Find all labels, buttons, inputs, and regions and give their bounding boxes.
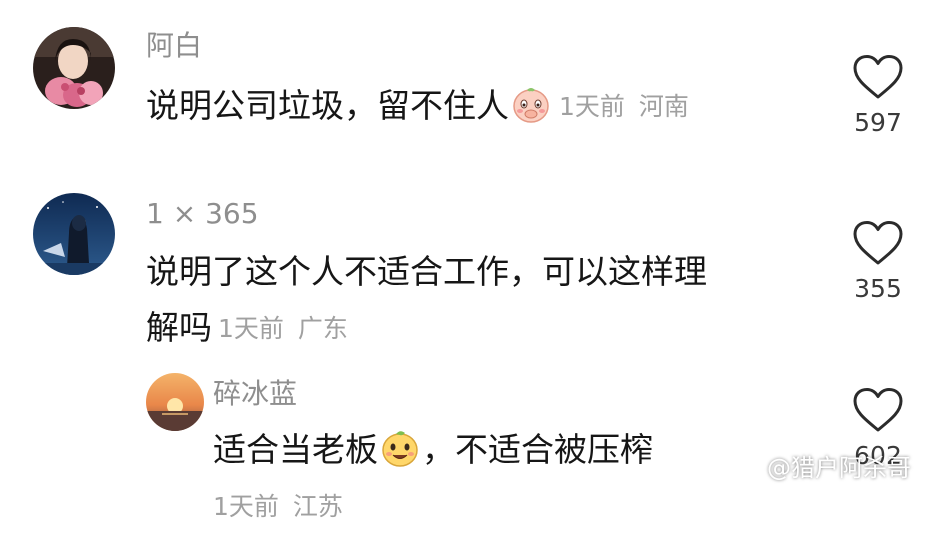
comment-item: 阿白 说明公司垃圾，留不住人 1天前 河南 597 xyxy=(0,0,933,180)
heart-icon[interactable] xyxy=(852,387,904,433)
comment-time: 1天前 xyxy=(213,492,279,521)
blushing-peach-emoji-icon xyxy=(511,84,551,124)
comment-meta: 1天前 河南 xyxy=(559,92,689,121)
comment-meta: 1天前 广东 xyxy=(218,314,348,343)
comment-body: 说明公司垃圾，留不住人 xyxy=(146,86,509,125)
watermark: @猎户阿杀哥 xyxy=(735,456,911,480)
comment-time: 1天前 xyxy=(559,92,625,121)
username[interactable]: 阿白 xyxy=(146,32,202,60)
girl-with-flowers-icon xyxy=(33,27,115,109)
heart-icon[interactable] xyxy=(852,54,904,100)
heart-icon[interactable] xyxy=(852,220,904,266)
like-button[interactable]: 355 xyxy=(838,220,918,301)
avatar[interactable] xyxy=(33,27,115,109)
watermark-text: @猎户阿杀哥 xyxy=(767,454,911,482)
avatar[interactable] xyxy=(146,373,204,431)
like-count: 597 xyxy=(854,108,902,137)
yellow-smiley-emoji-icon xyxy=(380,428,420,468)
comment-body-part2: ，不适合被压榨 xyxy=(422,430,653,469)
comment-location: 河南 xyxy=(638,92,689,121)
weibo-icon xyxy=(736,458,761,479)
comment-body-line2: 解吗 xyxy=(146,308,212,347)
comment-item: 1 × 365 说明了这个人不适合工作，可以这样理 解吗 1天前 广东 355 xyxy=(0,180,933,360)
sunset-icon xyxy=(146,373,204,431)
username[interactable]: 1 × 365 xyxy=(146,200,259,228)
like-button[interactable]: 597 xyxy=(838,54,918,135)
comment-body-part1: 适合当老板 xyxy=(213,430,378,469)
avatar[interactable] xyxy=(33,193,115,275)
comment-location: 广东 xyxy=(297,314,348,343)
username[interactable]: 碎冰蓝 xyxy=(213,380,297,408)
comment-body-line1: 说明了这个人不适合工作，可以这样理 xyxy=(146,252,707,291)
comment-text: 说明了这个人不适合工作，可以这样理 解吗 1天前 广东 xyxy=(146,244,806,357)
night-sky-icon xyxy=(33,193,115,275)
comment-text: 说明公司垃圾，留不住人 1天前 河南 xyxy=(146,78,689,135)
comment-time: 1天前 xyxy=(218,314,284,343)
like-count: 355 xyxy=(854,274,902,303)
comment-meta: 1天前 江苏 xyxy=(213,492,343,521)
comment-location: 江苏 xyxy=(292,492,343,521)
